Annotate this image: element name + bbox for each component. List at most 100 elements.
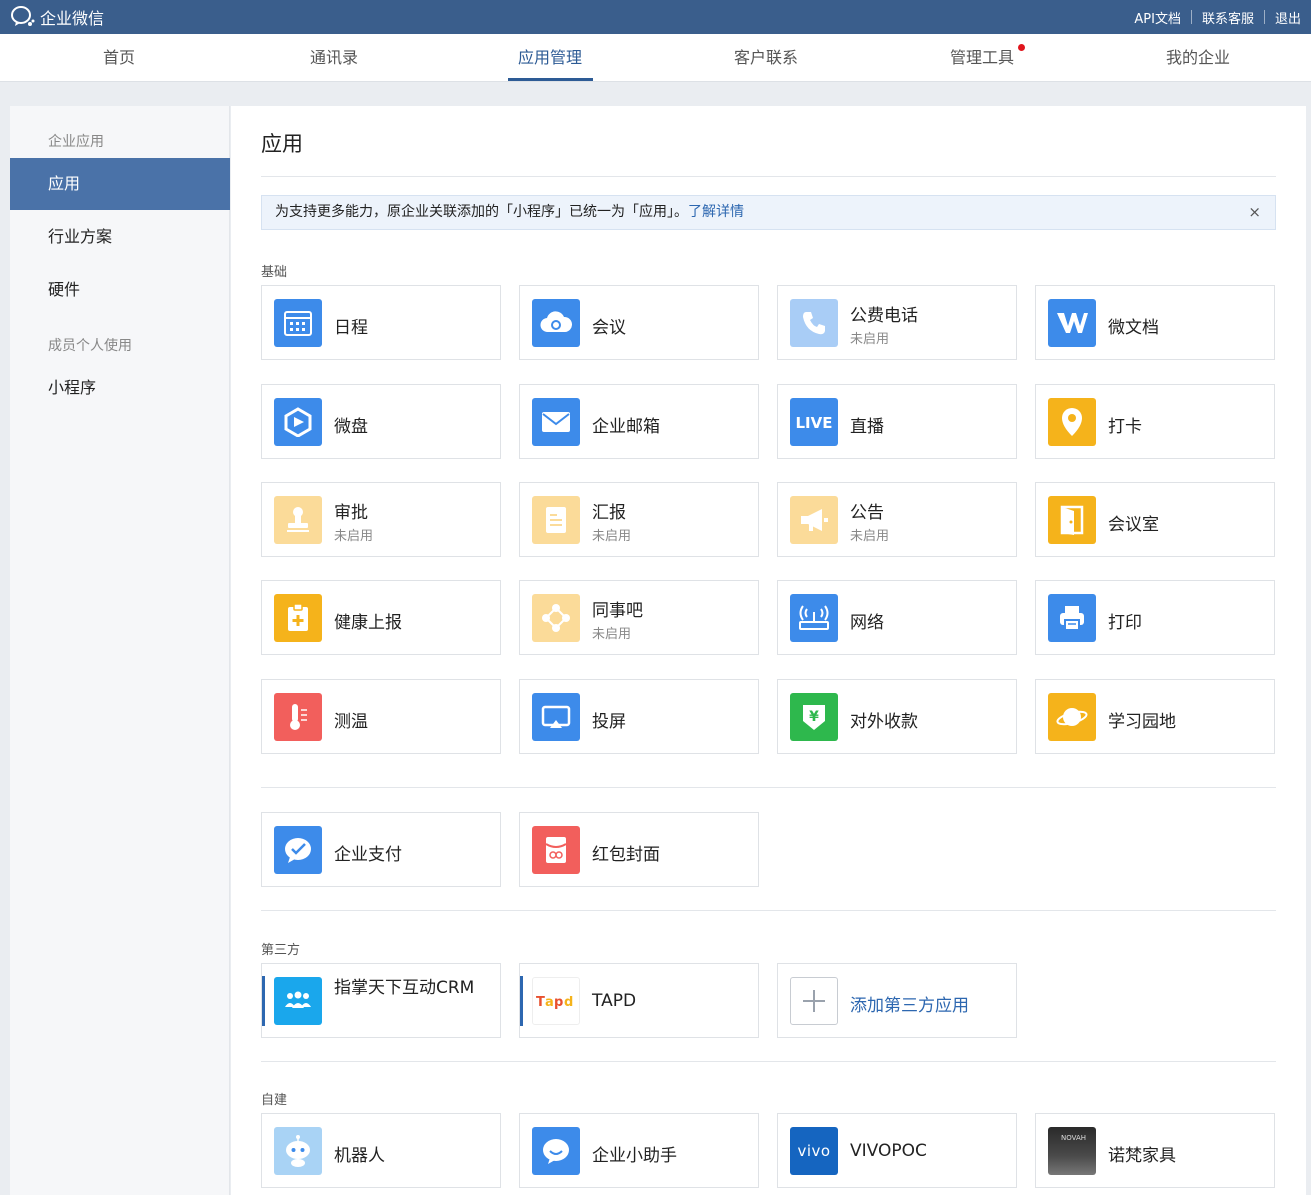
app-card-robot[interactable]: 机器人 [261,1113,501,1188]
card-accent [262,976,265,1026]
app-card-temperature[interactable]: 测温 [261,679,501,754]
sidebar-item-mini-programs[interactable]: 小程序 [10,362,230,414]
app-card-approval[interactable]: 审批 未启用 [261,482,501,557]
app-name: 企业邮箱 [592,417,660,437]
svg-text:T: T [536,995,545,1010]
tab-app-management[interactable]: 应用管理 [480,34,620,82]
network-icon [532,594,580,642]
app-name: 直播 [850,417,884,437]
novah-logo-text: NOVAH [1061,1134,1087,1142]
drive-icon [274,398,322,446]
app-card-colleague-forum[interactable]: 同事吧 未启用 [519,580,759,655]
app-card-mail[interactable]: 企业邮箱 [519,384,759,459]
app-card-screencast[interactable]: 投屏 [519,679,759,754]
app-name: 打卡 [1108,417,1142,437]
logout-link[interactable]: 退出 [1265,8,1311,27]
planet-icon [1048,693,1096,741]
app-card-paid-phone[interactable]: 公费电话 未启用 [777,285,1017,360]
vivo-logo-text: vivo [797,1142,831,1160]
app-card-assistant[interactable]: 企业小助手 [519,1113,759,1188]
crm-people-icon [274,977,322,1025]
svg-text:¥: ¥ [809,709,819,725]
app-name: 公费电话 [850,306,918,326]
app-status: 未启用 [850,529,890,544]
sidebar-item-hardware[interactable]: 硬件 [10,264,230,316]
app-card-checkin[interactable]: 打卡 [1035,384,1275,459]
app-card-live[interactable]: LIVE 直播 [777,384,1017,459]
close-icon[interactable]: × [1248,196,1261,229]
app-card-drive[interactable]: 微盘 [261,384,501,459]
svg-text:p: p [554,995,563,1010]
app-card-tapd[interactable]: Tapd TAPD [519,963,759,1038]
sidebar-item-apps[interactable]: 应用 [10,158,230,210]
app-status: 未启用 [850,332,890,347]
learn-more-link[interactable]: 了解详情 [688,204,744,220]
app-name: VIVOPOC [850,1141,927,1161]
app-card-crm[interactable]: 指掌天下互动CRM [261,963,501,1038]
red-packet-icon [532,826,580,874]
app-card-enterprise-pay[interactable]: 企业支付 [261,812,501,887]
app-card-print[interactable]: 打印 [1035,580,1275,655]
app-name: 审批 [334,503,368,523]
app-card-learning[interactable]: 学习园地 [1035,679,1275,754]
divider [261,787,1276,788]
divider [261,910,1276,911]
app-status: 未启用 [592,627,632,642]
vivo-logo-icon: vivo [790,1127,838,1175]
svg-text:LIVE: LIVE [796,414,833,432]
header-links: API文档 联系客服 退出 [1124,0,1311,34]
tab-customer-contact[interactable]: 客户联系 [696,34,836,82]
app-name: 企业小助手 [592,1146,677,1166]
tab-management-tools[interactable]: 管理工具 [912,34,1052,82]
tab-home[interactable]: 首页 [49,34,189,82]
sidebar-item-industry-solutions[interactable]: 行业方案 [10,211,230,263]
door-icon [1048,496,1096,544]
pay-bubble-icon [274,826,322,874]
app-name: 投屏 [592,712,626,732]
logo-text: 企业微信 [40,9,105,28]
tab-contacts[interactable]: 通讯录 [264,34,404,82]
app-card-novah[interactable]: NOVAH 诺梵家具 [1035,1113,1275,1188]
app-name: 对外收款 [850,712,918,732]
logo[interactable]: 企业微信 [10,4,104,30]
app-card-announcement[interactable]: 公告 未启用 [777,482,1017,557]
app-name: 机器人 [334,1146,385,1166]
notice-banner: 为支持更多能力，原企业关联添加的「小程序」已统一为「应用」。了解详情 × [261,195,1276,230]
tab-my-enterprise[interactable]: 我的企业 [1128,34,1268,82]
app-name: 指掌天下互动CRM [334,978,475,998]
app-name: 公告 [850,503,884,523]
add-third-party-app-button[interactable]: 添加第三方应用 [777,963,1017,1038]
phone-icon [790,299,838,347]
app-card-external-payment[interactable]: ¥ 对外收款 [777,679,1017,754]
app-card-meeting-room[interactable]: 会议室 [1035,482,1275,557]
divider [261,176,1276,177]
app-card-meeting[interactable]: 会议 [519,285,759,360]
app-name: 健康上报 [334,613,402,633]
main-nav: 首页 通讯录 应用管理 客户联系 管理工具 我的企业 [0,34,1311,82]
top-bar: 企业微信 API文档 联系客服 退出 [0,0,1311,34]
section-label-third-party: 第三方 [261,943,301,958]
card-accent [520,976,523,1026]
api-docs-link[interactable]: API文档 [1124,8,1191,27]
app-name: 测温 [334,712,368,732]
report-icon [532,496,580,544]
app-card-docs[interactable]: 微文档 [1035,285,1275,360]
app-card-schedule[interactable]: 日程 [261,285,501,360]
app-card-network[interactable]: 网络 [777,580,1017,655]
add-third-party-label: 添加第三方应用 [850,996,969,1016]
app-name: 学习园地 [1108,712,1176,732]
robot-icon [274,1127,322,1175]
app-name: TAPD [592,991,637,1011]
notification-dot [1018,44,1025,51]
app-name: 会议室 [1108,515,1159,535]
app-card-vivopoc[interactable]: vivo VIVOPOC [777,1113,1017,1188]
main-panel: 应用 为支持更多能力，原企业关联添加的「小程序」已统一为「应用」。了解详情 × … [231,106,1306,1195]
printer-icon [1048,594,1096,642]
contact-support-link[interactable]: 联系客服 [1192,8,1264,27]
app-card-red-packet-cover[interactable]: 红包封面 [519,812,759,887]
app-name: 同事吧 [592,601,643,621]
app-card-health-report[interactable]: 健康上报 [261,580,501,655]
app-card-report[interactable]: 汇报 未启用 [519,482,759,557]
screencast-icon [532,693,580,741]
calendar-icon [274,299,322,347]
